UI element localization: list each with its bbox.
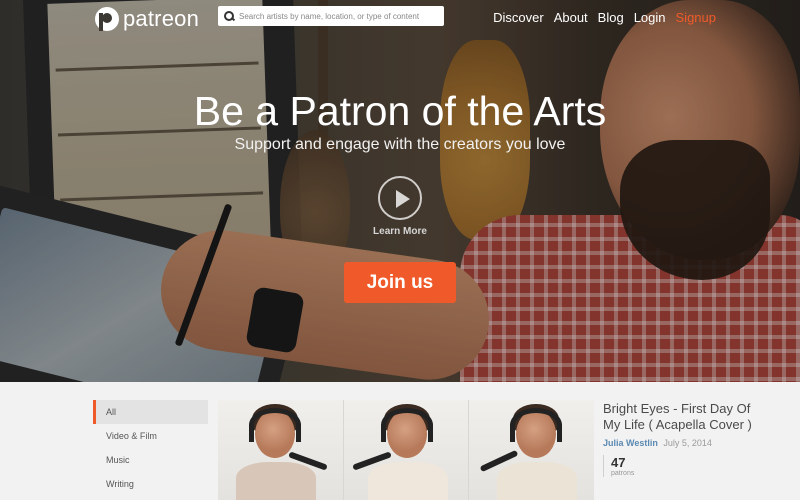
search-icon: [224, 11, 234, 21]
join-us-button[interactable]: Join us: [344, 262, 456, 303]
singer-body: [367, 462, 448, 500]
featured-author-link[interactable]: Julia Westlin: [603, 438, 658, 448]
featured-video-thumbnail[interactable]: [218, 400, 594, 500]
video-panel: [218, 400, 344, 500]
singer-body: [497, 462, 578, 500]
video-panel: [469, 400, 594, 500]
category-list: All Video & Film Music Writing: [93, 400, 208, 496]
featured-date: July 5, 2014: [663, 438, 712, 448]
category-item-all[interactable]: All: [93, 400, 208, 424]
nav-login-link[interactable]: Login: [634, 10, 666, 25]
headphones-icon: [249, 408, 301, 442]
featured-byline: Julia Westlin July 5, 2014: [603, 438, 753, 448]
headphones-icon: [380, 408, 433, 442]
featured-section: All Video & Film Music Writing Bright Ey…: [0, 382, 800, 500]
category-item-writing[interactable]: Writing: [93, 472, 208, 496]
singer-body: [236, 462, 316, 500]
learn-more-link[interactable]: Learn More: [0, 226, 800, 237]
patron-count: 47: [611, 455, 626, 470]
featured-meta: Bright Eyes - First Day Of My Life ( Aca…: [603, 401, 753, 477]
category-item-video-film[interactable]: Video & Film: [93, 424, 208, 448]
main-nav: Discover About Blog Login Signup: [493, 10, 716, 25]
patron-count-box: 47 patrons: [603, 455, 753, 477]
nav-about-link[interactable]: About: [554, 10, 588, 25]
featured-title[interactable]: Bright Eyes - First Day Of My Life ( Aca…: [603, 401, 753, 433]
patreon-p-logo-icon: [95, 7, 119, 31]
play-icon[interactable]: [378, 176, 422, 220]
patreon-logo[interactable]: patreon: [95, 6, 199, 32]
nav-blog-link[interactable]: Blog: [598, 10, 624, 25]
search-bar[interactable]: [218, 6, 444, 26]
patron-label: patrons: [611, 470, 635, 477]
video-panel: [343, 400, 470, 500]
category-item-music[interactable]: Music: [93, 448, 208, 472]
nav-signup-link[interactable]: Signup: [676, 10, 716, 25]
hero-title: Be a Patron of the Arts: [193, 88, 607, 134]
search-input[interactable]: [239, 11, 439, 21]
hero-subtitle: Support and engage with the creators you…: [234, 136, 566, 153]
nav-discover-link[interactable]: Discover: [493, 10, 544, 25]
headphones-icon: [510, 408, 563, 442]
logo-text: patreon: [123, 6, 200, 31]
